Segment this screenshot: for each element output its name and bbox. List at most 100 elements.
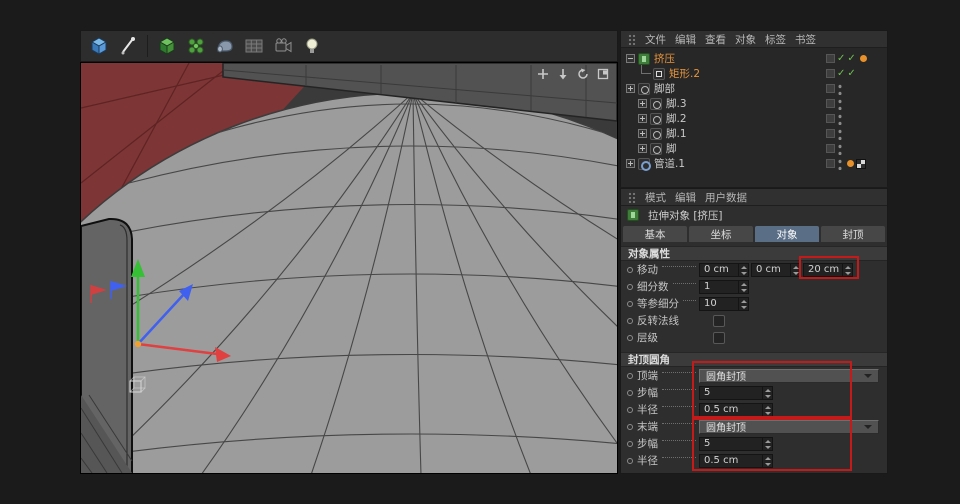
visibility-dots[interactable] [837,97,843,110]
collapse-icon[interactable] [626,54,635,63]
layer-toggle[interactable] [826,69,835,78]
spinner[interactable] [762,455,772,467]
attr-menu-edit[interactable]: 编辑 [675,190,696,205]
om-menu-object[interactable]: 对象 [735,32,756,47]
tree-row-feet-group[interactable]: 脚部 [621,81,887,96]
enabled-check-icon[interactable]: ✓ [847,54,855,63]
keyframe-dot-icon[interactable] [627,441,633,447]
keyframe-dot-icon[interactable] [627,301,633,307]
layer-toggle[interactable] [826,144,835,153]
expand-icon[interactable] [626,159,635,168]
keyframe-dot-icon[interactable] [627,335,633,341]
spinner[interactable] [738,298,748,310]
keyframe-dot-icon[interactable] [627,390,633,396]
layer-color-dot[interactable] [860,55,867,62]
panel-grip-icon[interactable] [627,191,636,203]
tree-row-extrude[interactable]: 挤压 ✓ ✓ [621,51,887,66]
tab-coordinates[interactable]: 坐标 [689,226,753,242]
tree-row-foot3[interactable]: 脚.3 [621,96,887,111]
visibility-dots[interactable] [837,112,843,125]
toggle-view-icon[interactable] [596,67,609,80]
visibility-dots[interactable] [837,82,843,95]
viewport-3d[interactable] [80,62,618,474]
enabled-check-icon[interactable]: ✓ [837,69,845,78]
layer-toggle[interactable] [826,99,835,108]
keyframe-dot-icon[interactable] [627,284,633,290]
floor-grid-tool-icon[interactable] [241,33,267,59]
subdivision-field[interactable]: 1 [699,280,749,294]
movement-z-field[interactable]: 20 cm [803,263,853,277]
hierarchy-checkbox[interactable] [713,332,725,344]
null-object-icon [638,83,650,95]
om-menu-file[interactable]: 文件 [645,32,666,47]
pen-tool-icon[interactable] [115,33,141,59]
tab-basic[interactable]: 基本 [623,226,687,242]
tree-row-foot2[interactable]: 脚.2 [621,111,887,126]
spinner[interactable] [762,438,772,450]
tree-row-pipe1[interactable]: 管道.1 [621,156,887,171]
dolly-view-icon[interactable] [556,67,569,80]
cap-start-radius-field[interactable]: 0.5 cm [699,403,773,417]
tree-row-foot1[interactable]: 脚.1 [621,126,887,141]
keyframe-dot-icon[interactable] [627,407,633,413]
visibility-dots[interactable] [837,142,843,155]
movement-y-field[interactable]: 0 cm [751,263,801,277]
keyframe-dot-icon[interactable] [627,458,633,464]
keyframe-dot-icon[interactable] [627,424,633,430]
layer-toggle[interactable] [826,129,835,138]
keyframe-dot-icon[interactable] [627,318,633,324]
viewport-scene [81,63,617,473]
texture-tag-icon[interactable] [856,159,866,169]
light-tool-icon[interactable] [299,33,325,59]
expand-icon[interactable] [638,129,647,138]
spinner[interactable] [738,264,748,276]
expand-icon[interactable] [626,84,635,93]
cap-start-dropdown[interactable]: 圆角封顶 [699,369,879,383]
layer-toggle[interactable] [826,114,835,123]
keyframe-dot-icon[interactable] [627,267,633,273]
cap-start-steps-field[interactable]: 5 [699,386,773,400]
movement-x-field[interactable]: 0 cm [699,263,749,277]
layer-toggle[interactable] [826,54,835,63]
expand-icon[interactable] [638,144,647,153]
spinner[interactable] [762,387,772,399]
attr-menu-userdata[interactable]: 用户数据 [705,190,747,205]
tab-caps[interactable]: 封顶 [821,226,885,242]
cap-end-dropdown[interactable]: 圆角封顶 [699,420,879,434]
enabled-check-icon[interactable]: ✓ [847,69,855,78]
panel-grip-icon[interactable] [627,33,636,45]
rotate-view-icon[interactable] [576,67,589,80]
om-menu-view[interactable]: 查看 [705,32,726,47]
subdivision-surface-tool-icon[interactable] [154,33,180,59]
spinner[interactable] [790,264,800,276]
cap-end-radius-field[interactable]: 0.5 cm [699,454,773,468]
om-menu-tag[interactable]: 标签 [765,32,786,47]
layer-toggle[interactable] [826,159,835,168]
visibility-dots[interactable] [837,157,843,170]
attr-menu-mode[interactable]: 模式 [645,190,666,205]
camera-tool-icon[interactable] [270,33,296,59]
spinner[interactable] [842,264,852,276]
enabled-check-icon[interactable]: ✓ [837,54,845,63]
spinner[interactable] [762,404,772,416]
layer-color-dot[interactable] [847,160,854,167]
om-menu-bookmark[interactable]: 书签 [795,32,816,47]
om-menu-edit[interactable]: 编辑 [675,32,696,47]
tab-object[interactable]: 对象 [755,226,819,242]
expand-icon[interactable] [638,114,647,123]
tree-row-rectangle2[interactable]: 矩形.2 ✓ ✓ [621,66,887,81]
expand-icon[interactable] [638,99,647,108]
gizmo-center[interactable] [135,341,141,347]
reverse-normals-checkbox[interactable] [713,315,725,327]
sweep-tool-icon[interactable] [212,33,238,59]
keyframe-dot-icon[interactable] [627,373,633,379]
cube-tool-icon[interactable] [86,33,112,59]
layer-toggle[interactable] [826,84,835,93]
array-tool-icon[interactable] [183,33,209,59]
pan-view-icon[interactable] [536,67,549,80]
visibility-dots[interactable] [837,127,843,140]
spinner[interactable] [738,281,748,293]
cap-end-steps-field[interactable]: 5 [699,437,773,451]
iso-subdivision-field[interactable]: 10 [699,297,749,311]
tree-row-foot[interactable]: 脚 [621,141,887,156]
